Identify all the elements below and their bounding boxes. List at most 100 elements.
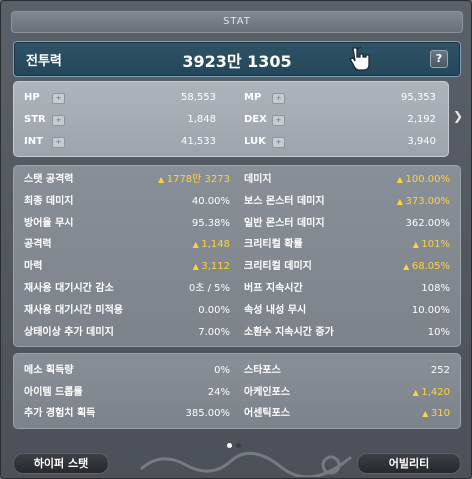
combat-power-bar: 전투력 3923만 1305 ?	[13, 41, 461, 77]
stat-value-text: 24%	[207, 386, 230, 398]
stat-name: 아케인포스	[244, 386, 290, 398]
stat-value-text: 2,192	[407, 114, 436, 125]
stat-row: 소환수 지속시간 증가 10%	[244, 324, 450, 342]
stat-row: 재사용 대기시간 감소 0초 / 5%	[24, 280, 230, 298]
stat-value: 95.38%	[192, 215, 230, 233]
stat-value: 41,533	[181, 133, 216, 151]
hand-pointer-icon	[349, 46, 370, 71]
stat-name: 버프 지속시간	[244, 283, 303, 294]
stat-value-text: 0%	[214, 365, 230, 376]
stat-value: 108%	[421, 280, 450, 298]
stat-value: 0%	[214, 362, 230, 380]
stat-row: STR +1,848	[24, 111, 216, 129]
stat-row: 아케인포스 ▲ 1,420	[244, 384, 450, 402]
stat-name: 메소 획득량	[24, 365, 74, 376]
stat-value-text: 1,848	[187, 114, 216, 125]
stat-row: MP +95,353	[244, 89, 436, 107]
stat-value: ▲ 1,420	[413, 384, 450, 402]
stat-value-text: 10.00%	[411, 304, 450, 316]
increase-stat-button[interactable]: +	[272, 93, 285, 104]
triangle-up-icon: ▲	[396, 175, 406, 184]
stat-value: 7.00%	[198, 324, 230, 342]
increase-stat-button[interactable]: +	[52, 93, 65, 104]
stat-name: 소환수 지속시간 증가	[244, 326, 334, 338]
stat-value-text: 95,353	[401, 92, 436, 103]
window-title: STAT	[11, 11, 463, 33]
stat-value: ▲ 373.00%	[397, 193, 450, 211]
stat-row: 어센틱포스 ▲ 310	[244, 405, 450, 423]
stat-value: 95,353	[401, 89, 436, 107]
stat-row: 재사용 대기시간 미적용 0.00%	[24, 302, 230, 320]
stat-value-text: 1,420	[421, 386, 450, 398]
stat-value-text: 108%	[421, 283, 450, 294]
stat-row: 일반 몬스터 데미지 362.00%	[244, 215, 450, 233]
stat-value-text: 0초 / 5%	[188, 283, 230, 294]
triangle-up-icon: ▲	[403, 262, 412, 272]
stat-value: 58,553	[181, 89, 216, 107]
stat-name: 공격력	[24, 239, 52, 251]
stat-name: 스타포스	[244, 365, 281, 376]
stat-name: 재사용 대기시간 감소	[24, 283, 114, 294]
stat-value: 1,848	[187, 111, 216, 129]
stat-row: 최종 데미지 40.00%	[24, 193, 230, 211]
triangle-up-icon: ▲	[158, 175, 167, 184]
stat-name: 속성 내성 무시	[244, 304, 307, 316]
stat-window: STAT 전투력 3923만 1305 ? HP +58,553 MP +95,353…	[0, 0, 472, 479]
stat-row: 공격력 ▲ 1,148	[24, 236, 230, 254]
stat-value: 24%	[208, 384, 230, 402]
stat-row: 보스 몬스터 데미지 ▲ 373.00%	[244, 193, 450, 211]
stat-value-text: 68.05%	[411, 261, 450, 273]
stat-row: 데미지 ▲ 100.00%	[244, 171, 450, 189]
stat-value-text: 3,112	[201, 261, 230, 273]
stat-value: 252	[431, 362, 450, 380]
increase-stat-button[interactable]: +	[52, 115, 65, 126]
stat-value-text: 385.00%	[185, 408, 231, 419]
stat-row: 스타포스 252	[244, 362, 450, 380]
stat-name: 크리티컬 데미지	[244, 261, 312, 273]
stat-row: 아이템 드롭률 24%	[24, 384, 230, 402]
stat-name: DEX	[244, 114, 267, 125]
stat-row: INT +41,533	[24, 133, 216, 151]
stat-name: LUK	[244, 136, 266, 147]
stat-row: 추가 경험치 획득 385.00%	[24, 405, 230, 423]
stat-value: ▲ 68.05%	[403, 258, 450, 276]
stat-value-text: 7.00%	[198, 326, 230, 338]
triangle-up-icon: ▲	[396, 196, 406, 206]
stat-name: 상태이상 추가 데미지	[24, 326, 114, 338]
stat-row: 크리티컬 확률 ▲ 101%	[244, 236, 450, 254]
stat-value-text: 58,553	[181, 92, 216, 103]
stat-value: ▲ 101%	[413, 236, 450, 254]
stat-value: ▲ 310	[422, 405, 450, 423]
stat-value: 0초 / 5%	[189, 280, 230, 298]
increase-stat-button[interactable]: +	[272, 115, 285, 126]
stat-name: STR	[24, 114, 46, 125]
stat-value-text: 252	[430, 365, 450, 376]
stat-value-text: 101%	[421, 239, 450, 251]
increase-stat-button[interactable]: +	[52, 137, 65, 148]
stat-value-text: 310	[430, 408, 450, 419]
help-button[interactable]: ?	[430, 50, 448, 68]
stat-value: ▲ 1,148	[193, 236, 230, 254]
stat-value: ▲ 100.00%	[397, 171, 450, 189]
stat-value-text: 0.00%	[198, 304, 230, 316]
increase-stat-button[interactable]: +	[272, 137, 285, 148]
stat-row: 버프 지속시간 108%	[244, 280, 450, 298]
hyper-stat-button[interactable]: 하이퍼 스탯	[13, 453, 109, 474]
stat-name: 스탯 공격력	[24, 174, 74, 185]
stat-value-text: 40.00%	[191, 195, 230, 207]
stat-name: 어센틱포스	[244, 408, 290, 419]
stat-name: 마력	[24, 261, 43, 273]
stat-value-text: 100.00%	[405, 174, 451, 185]
stat-value: 3,940	[407, 133, 436, 151]
stat-row: 마력 ▲ 3,112	[24, 258, 230, 276]
stat-value: ▲ 1778만 3273	[158, 171, 230, 189]
stat-value: 362.00%	[406, 215, 451, 233]
stat-value: 2,192	[407, 111, 436, 129]
stat-value: 10%	[428, 324, 450, 342]
chevron-right-icon[interactable]: ❯	[453, 109, 463, 123]
stat-name: 아이템 드롭률	[24, 386, 83, 398]
combat-power-value: 3923만 1305	[182, 52, 292, 71]
stat-value-text: 41,533	[181, 136, 216, 147]
stat-value-text: 10%	[427, 326, 450, 338]
ability-button[interactable]: 어빌리티	[357, 453, 461, 474]
